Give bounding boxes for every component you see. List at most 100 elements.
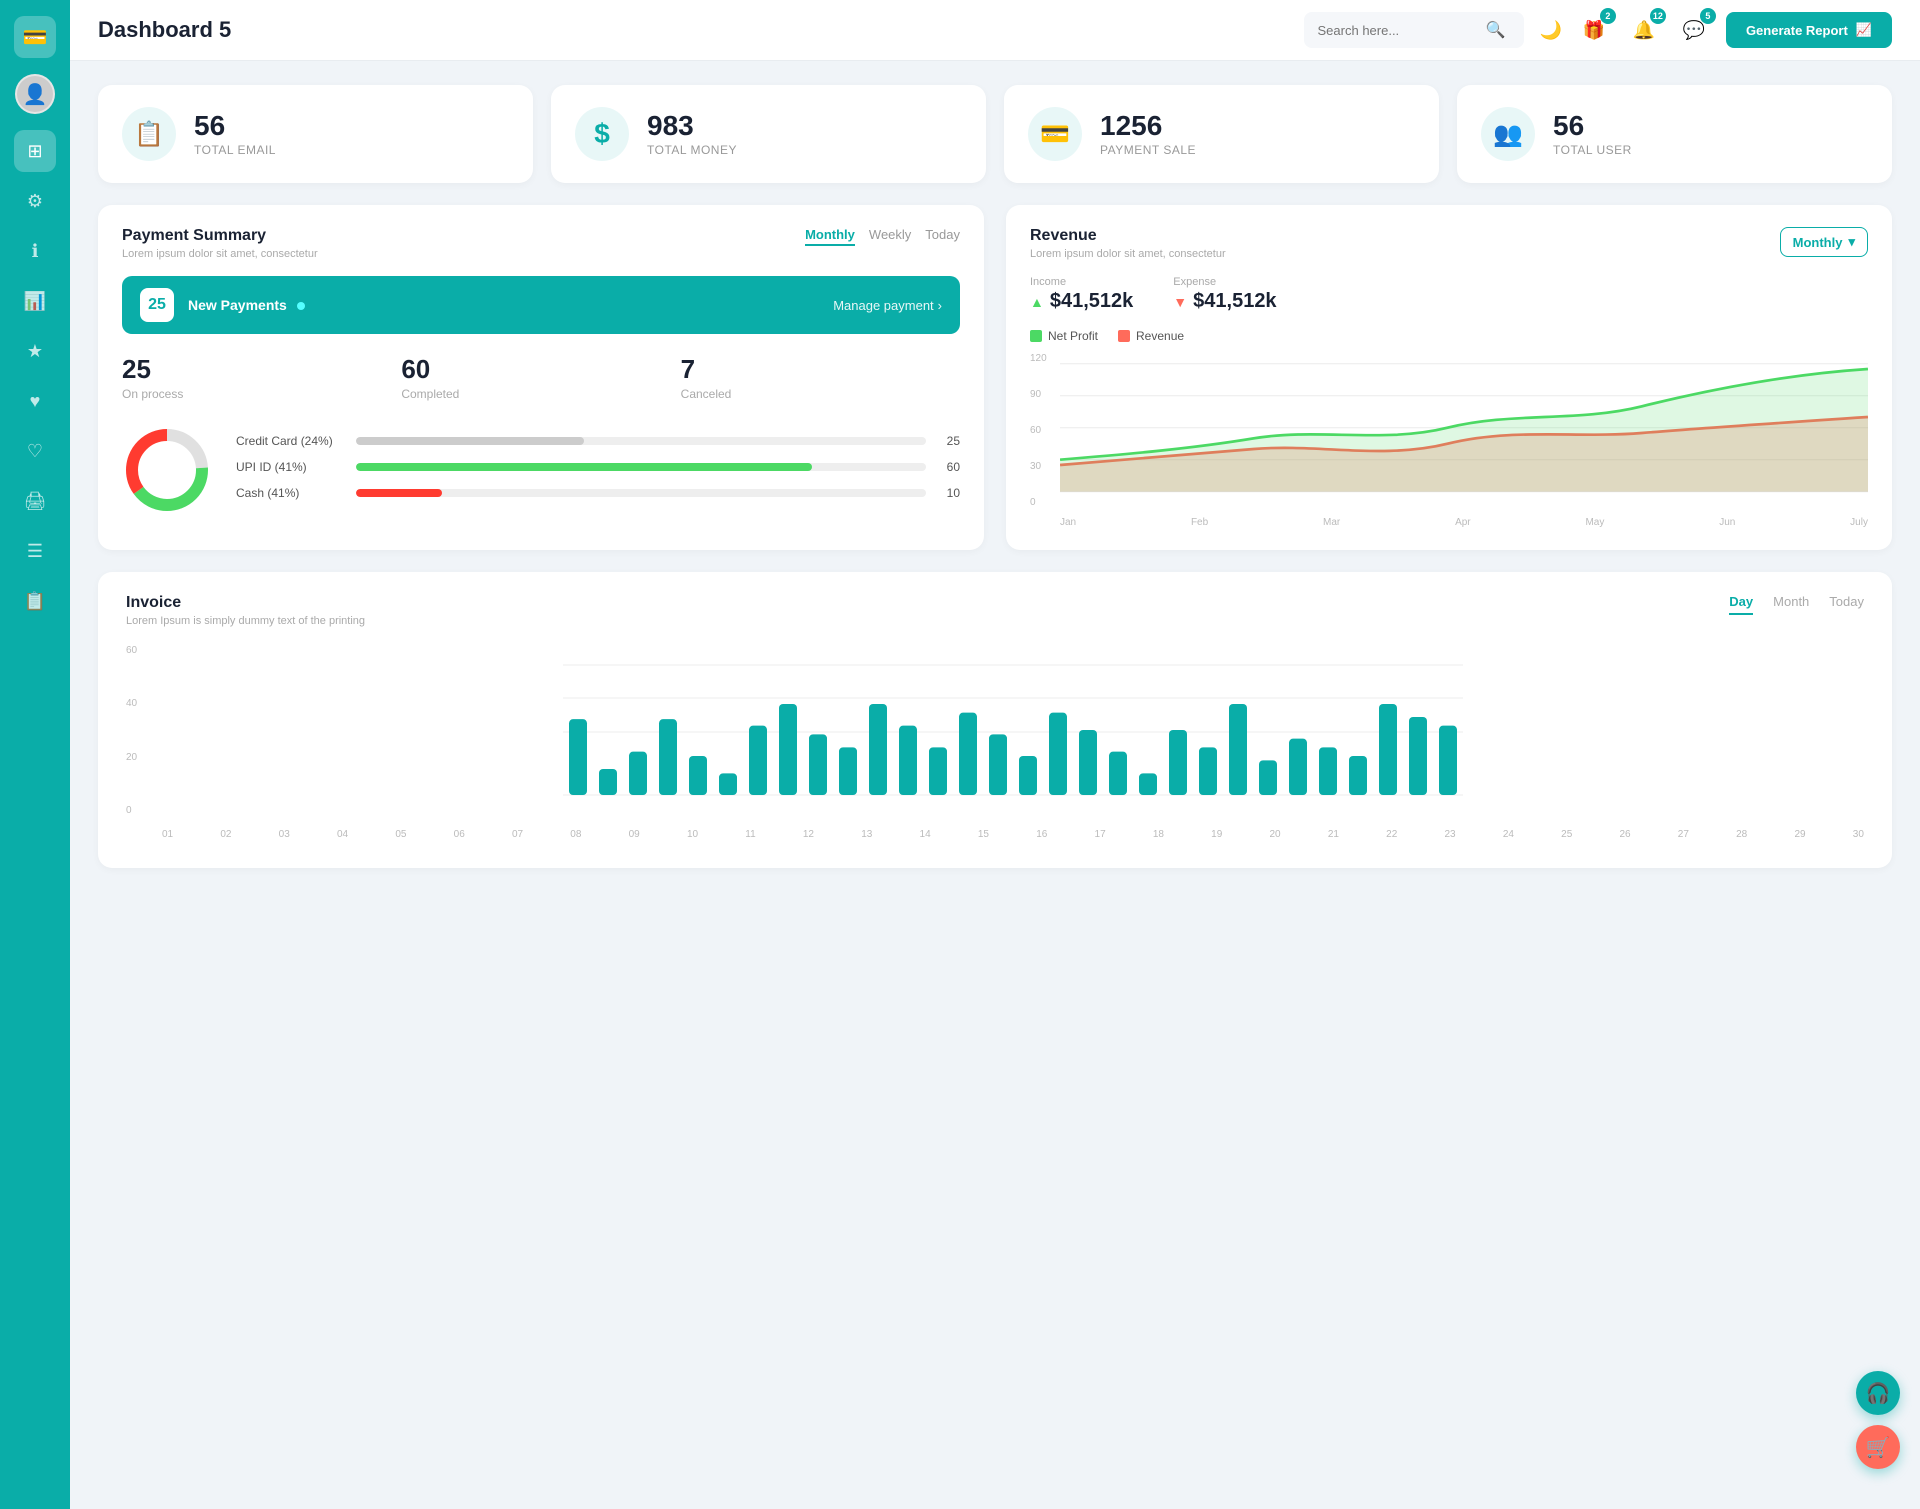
payment-summary-title-group: Payment Summary Lorem ipsum dolor sit am… (122, 227, 318, 260)
cash-bar-fill (356, 489, 442, 497)
expense-value: $41,512k (1193, 290, 1276, 313)
user-icon: 👥 (1481, 107, 1535, 161)
revenue-title-group: Revenue Lorem ipsum dolor sit amet, cons… (1030, 227, 1226, 260)
sidebar-item-list[interactable]: ☰ (14, 530, 56, 572)
header-icons: 🌙 🎁 2 🔔 12 💬 5 Generate Report 📈 (1540, 12, 1892, 48)
invoice-chart-inner: 0102030405060708091011121314151617181920… (162, 645, 1864, 840)
theme-toggle-icon[interactable]: 🌙 (1540, 20, 1562, 41)
upi-bar-track (356, 463, 926, 471)
user-label: TOTAL USER (1553, 143, 1632, 157)
manage-payment-link[interactable]: Manage payment › (833, 298, 942, 313)
revenue-card: Revenue Lorem ipsum dolor sit amet, cons… (1006, 205, 1892, 550)
gift-badge: 2 (1600, 8, 1616, 24)
revenue-x-labels: Jan Feb Mar Apr May Jun July (1060, 517, 1868, 528)
credit-bar-track (356, 437, 926, 445)
sidebar-item-print[interactable]: 🖨 (14, 480, 56, 522)
bell-icon: 🔔 (1633, 20, 1655, 41)
revenue-chart-container: Jan Feb Mar Apr May Jun July (1060, 353, 1868, 528)
bar-row-cash: Cash (41%) 10 (236, 486, 960, 500)
search-bar[interactable]: 🔍 (1304, 12, 1524, 48)
payment-label: PAYMENT SALE (1100, 143, 1196, 157)
income-label: Income (1030, 276, 1133, 288)
email-label: TOTAL EMAIL (194, 143, 276, 157)
email-stat-info: 56 TOTAL EMAIL (194, 111, 276, 158)
cart-icon: 🛒 (1866, 1435, 1891, 1460)
revenue-label: Revenue (1136, 329, 1184, 343)
sidebar-logo[interactable]: 💳 (14, 16, 56, 58)
report-icon: 📋 (24, 591, 46, 612)
gift-icon: 🎁 (1583, 20, 1605, 41)
payment-stat-info: 1256 PAYMENT SALE (1100, 111, 1196, 158)
invoice-card: Invoice Lorem Ipsum is simply dummy text… (98, 572, 1892, 868)
expense-stat: Expense ▼ $41,512k (1173, 276, 1276, 313)
revenue-chart-svg (1060, 353, 1868, 513)
revenue-legend: Net Profit Revenue (1030, 329, 1868, 343)
tab-monthly[interactable]: Monthly (805, 227, 855, 246)
payment-stats-row: 25 On process 60 Completed 7 Canceled (122, 354, 960, 401)
sidebar-item-favorite[interactable]: ♥ (14, 380, 56, 422)
sidebar-item-dashboard[interactable]: ⊞ (14, 130, 56, 172)
invoice-tab-month[interactable]: Month (1773, 594, 1809, 615)
info-icon: ℹ (32, 241, 39, 262)
page-title: Dashboard 5 (98, 17, 1288, 43)
bell-button[interactable]: 🔔 12 (1626, 12, 1662, 48)
payment-summary-subtitle: Lorem ipsum dolor sit amet, consectetur (122, 248, 318, 260)
donut-svg (122, 425, 212, 515)
cart-float-button[interactable]: 🛒 (1856, 1425, 1900, 1469)
revenue-y-labels: 0 30 60 90 120 (1030, 353, 1058, 508)
user-number: 56 (1553, 111, 1632, 142)
floating-buttons: 🎧 🛒 (1856, 1371, 1900, 1469)
sidebar-item-info[interactable]: ℹ (14, 230, 56, 272)
settings-icon: ⚙ (27, 191, 43, 212)
credit-bar-label: Credit Card (24%) (236, 434, 346, 448)
email-number: 56 (194, 111, 276, 142)
net-profit-label: Net Profit (1048, 329, 1098, 343)
status-dot (297, 302, 305, 310)
payment-bottom: Credit Card (24%) 25 UPI ID (41%) 60 (122, 425, 960, 520)
payment-summary-tabs: Monthly Weekly Today (805, 227, 960, 246)
chat-button[interactable]: 💬 5 (1676, 12, 1712, 48)
payments-label: New Payments (188, 297, 305, 313)
income-stat: Income ▲ $41,512k (1030, 276, 1133, 313)
header: Dashboard 5 🔍 🌙 🎁 2 🔔 12 💬 5 Generate Re… (70, 0, 1920, 61)
main-content: Dashboard 5 🔍 🌙 🎁 2 🔔 12 💬 5 Generate Re… (70, 0, 1920, 1509)
sidebar-item-settings[interactable]: ⚙ (14, 180, 56, 222)
sidebar-item-analytics[interactable]: 📊 (14, 280, 56, 322)
tab-weekly[interactable]: Weekly (869, 227, 911, 246)
invoice-tab-day[interactable]: Day (1729, 594, 1753, 615)
user-avatar[interactable]: 👤 (15, 74, 55, 114)
stat-card-payment: 💳 1256 PAYMENT SALE (1004, 85, 1439, 183)
search-input[interactable] (1318, 23, 1478, 38)
sidebar-item-report[interactable]: 📋 (14, 580, 56, 622)
invoice-bar-chart (162, 645, 1864, 825)
payment-summary-card: Payment Summary Lorem ipsum dolor sit am… (98, 205, 984, 550)
email-icon: 📋 (122, 107, 176, 161)
invoice-x-labels: 0102030405060708091011121314151617181920… (162, 829, 1864, 840)
stat-cards: 📋 56 TOTAL EMAIL $ 983 TOTAL MONEY 💳 125… (98, 85, 1892, 183)
donut-chart (122, 425, 212, 520)
upi-bar-fill (356, 463, 812, 471)
invoice-tab-today[interactable]: Today (1829, 594, 1864, 615)
revenue-chart-area (1060, 353, 1868, 513)
sidebar-item-star[interactable]: ★ (14, 330, 56, 372)
support-float-button[interactable]: 🎧 (1856, 1371, 1900, 1415)
money-label: TOTAL MONEY (647, 143, 737, 157)
chat-icon: 💬 (1683, 20, 1705, 41)
revenue-title: Revenue (1030, 227, 1226, 245)
payment-icon: 💳 (1028, 107, 1082, 161)
invoice-tabs: Day Month Today (1729, 594, 1864, 615)
sidebar-item-heart2[interactable]: ♡ (14, 430, 56, 472)
canceled-stat: 7 Canceled (681, 354, 960, 401)
revenue-stats-row: Income ▲ $41,512k Expense ▼ $41,512k (1030, 276, 1868, 313)
heart-icon: ♥ (30, 391, 41, 412)
legend-revenue: Revenue (1118, 329, 1184, 343)
revenue-chart-wrapper: 0 30 60 90 120 (1030, 353, 1868, 528)
cash-bar-track (356, 489, 926, 497)
revenue-monthly-dropdown[interactable]: Monthly ▾ (1780, 227, 1868, 257)
tab-today[interactable]: Today (925, 227, 960, 246)
analytics-icon: 📊 (24, 291, 46, 312)
generate-report-button[interactable]: Generate Report 📈 (1726, 12, 1892, 48)
gift-button[interactable]: 🎁 2 (1576, 12, 1612, 48)
money-icon: $ (575, 107, 629, 161)
completed-number: 60 (401, 354, 680, 385)
